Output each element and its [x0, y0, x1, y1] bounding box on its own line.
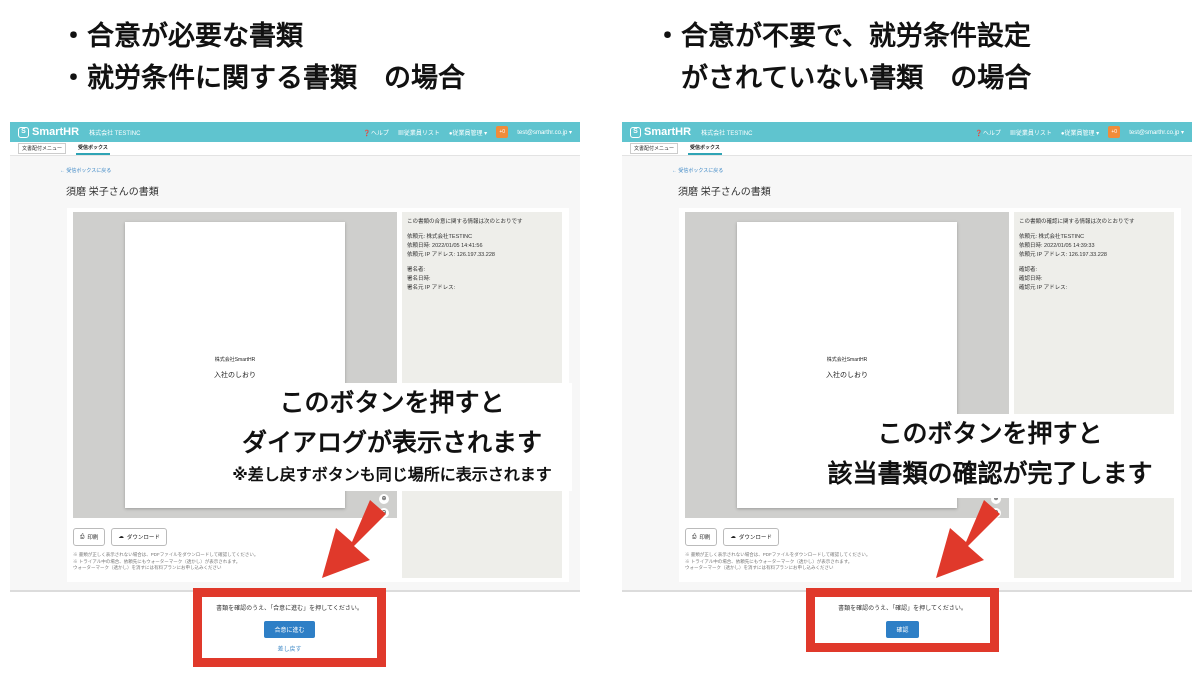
logo-text: SmartHR [644, 126, 692, 138]
logo-icon: S [18, 126, 29, 138]
info-request-date: 依頼日時: 2022/01/05 14:39:33 [1019, 243, 1095, 249]
info-requester: 依頼元: 株式会社TESTINC [1019, 234, 1085, 240]
info-confirmer: 確認者: [1019, 267, 1038, 273]
info-request-ip: 依頼元 IP アドレス: 126.197.33.228 [1019, 252, 1107, 258]
download-button[interactable]: ☁ ダウンロード [111, 528, 167, 546]
tab-document-menu[interactable]: 文書配付メニュー [630, 143, 679, 154]
tab-row: 文書配付メニュー 受信ボックス [10, 142, 580, 156]
info-sign-date: 署名日時: [407, 276, 431, 282]
nav-help[interactable]: ❓ヘルプ [363, 128, 389, 137]
tab-inbox[interactable]: 受信ボックス [76, 142, 110, 155]
callout-left-line-2: ダイアログが表示されます [241, 428, 542, 457]
chevron-down-icon: ▾ [1179, 129, 1184, 136]
screenshot-left: S SmartHR 株式会社 TESTINC ❓ヘルプ ▦従業員リスト ●従業員管… [10, 122, 580, 592]
proceed-to-agreement-button[interactable]: 合意に進む [264, 621, 315, 638]
heading-right-line-1: ・合意が不要で、就労条件設定 [654, 21, 1031, 52]
right-action-highlight: 書類を確認のうえ、「確認」を押してください。 確認 [806, 588, 999, 652]
action-instruction: 書類を確認のうえ、「合意に進む」を押してください。 [216, 606, 363, 612]
document-title: 入社のしおり [826, 372, 868, 379]
app-header: S SmartHR 株式会社 TESTINC ❓ヘルプ ▦従業員リスト ●従業員管… [10, 122, 580, 142]
back-link[interactable]: ← 受信ボックスに戻る [60, 167, 580, 174]
help-icon: ❓ [363, 130, 371, 137]
help-icon: ❓ [975, 130, 983, 137]
info-intro: この書類の確認に関する情報は次のとおりです [1019, 219, 1135, 225]
chevron-down-icon: ▾ [1094, 130, 1100, 137]
nav-employee-list[interactable]: ▦従業員リスト [398, 128, 440, 137]
info-request-date: 依頼日時: 2022/01/05 14:41:56 [407, 243, 483, 249]
callout-right-line-2: 該当書類の確認が完了します [827, 459, 1153, 488]
info-sign-ip: 署名元 IP アドレス: [407, 285, 456, 291]
confirmation-info: この書類の確認に関する情報は次のとおりです 依頼元: 株式会社TESTINC 依… [1014, 212, 1174, 578]
user-menu[interactable]: test@smarthr.co.jp ▾ [517, 129, 572, 136]
nav-employee-list[interactable]: ▦従業員リスト [1010, 128, 1052, 137]
heading-right: ・合意が不要で、就労条件設定 がされていない書類 の場合 [654, 16, 1031, 100]
callout-right-line-1: このボタンを押すと [877, 419, 1103, 448]
info-intro: この書類の合意に関する情報は次のとおりです [407, 219, 523, 225]
plus-badge[interactable]: +0 [496, 126, 509, 138]
print-button[interactable]: ⎙ 印刷 [73, 528, 106, 546]
chevron-down-icon: ▾ [567, 129, 572, 136]
arrow-right-pointer-icon [936, 500, 1000, 578]
info-request-ip: 依頼元 IP アドレス: 126.197.33.228 [407, 252, 495, 258]
company-name: 株式会社 TESTINC [701, 130, 753, 137]
document-title: 入社のしおり [214, 372, 256, 379]
logo-icon: S [630, 126, 641, 138]
confirm-button[interactable]: 確認 [886, 621, 919, 638]
tab-inbox[interactable]: 受信ボックス [688, 142, 722, 155]
screenshot-right: S SmartHR 株式会社 TESTINC ❓ヘルプ ▦従業員リスト ●従業員管… [622, 122, 1192, 592]
logo-text: SmartHR [32, 126, 80, 138]
chevron-down-icon: ▾ [482, 130, 488, 137]
cloud-download-icon: ☁ [730, 534, 736, 540]
action-instruction: 書類を確認のうえ、「確認」を押してください。 [838, 606, 967, 612]
tab-row: 文書配付メニュー 受信ボックス [622, 142, 1192, 156]
document-company: 株式会社SmartHR [214, 357, 256, 363]
heading-left-line-2: ・就労条件に関する書類 の場合 [60, 63, 465, 94]
page-title: 須磨 栄子さんの書類 [66, 187, 159, 198]
download-button[interactable]: ☁ ダウンロード [723, 528, 779, 546]
nav-help[interactable]: ❓ヘルプ [975, 128, 1001, 137]
cloud-download-icon: ☁ [118, 534, 124, 540]
callout-left-note: ※差し戻すボタンも同じ場所に表示されます [232, 465, 552, 484]
info-requester: 依頼元: 株式会社TESTINC [407, 234, 473, 240]
info-confirm-ip: 確認元 IP アドレス: [1019, 285, 1068, 291]
info-confirm-date: 確認日時: [1019, 276, 1043, 282]
printer-icon: ⎙ [80, 533, 85, 540]
callout-left-line-1: このボタンを押すと [279, 388, 505, 417]
back-link[interactable]: ← 受信ボックスに戻る [672, 167, 1192, 174]
send-back-link[interactable]: 差し戻す [202, 644, 377, 653]
arrow-left-pointer-icon [322, 500, 386, 578]
user-menu[interactable]: test@smarthr.co.jp ▾ [1129, 129, 1184, 136]
document-card: 株式会社SmartHR 入社のしおり ⊕ ⊖ この書類の確認に関する情報は次のと… [679, 208, 1181, 582]
callout-right: このボタンを押すと 該当書類の確認が完了します [800, 414, 1180, 498]
heading-left-line-1: ・合意が必要な書類 [60, 21, 303, 52]
heading-right-line-2: がされていない書類 の場合 [654, 63, 1032, 94]
document-actions: ⎙ 印刷 ☁ ダウンロード [685, 528, 779, 546]
printer-icon: ⎙ [692, 533, 697, 540]
document-actions: ⎙ 印刷 ☁ ダウンロード [73, 528, 167, 546]
page-title: 須磨 栄子さんの書類 [678, 187, 771, 198]
nav-employee-mgmt[interactable]: ●従業員管理 ▾ [449, 128, 487, 137]
document-company: 株式会社SmartHR [826, 357, 868, 363]
app-header: S SmartHR 株式会社 TESTINC ❓ヘルプ ▦従業員リスト ●従業員管… [622, 122, 1192, 142]
plus-badge[interactable]: +0 [1108, 126, 1121, 138]
print-button[interactable]: ⎙ 印刷 [685, 528, 718, 546]
smarthr-logo[interactable]: S SmartHR [18, 126, 79, 138]
tab-document-menu[interactable]: 文書配付メニュー [18, 143, 67, 154]
heading-left: ・合意が必要な書類 ・就労条件に関する書類 の場合 [60, 16, 465, 100]
info-signer: 署名者: [407, 267, 426, 273]
callout-left: このボタンを押すと ダイアログが表示されます ※差し戻すボタンも同じ場所に表示さ… [212, 383, 572, 491]
nav-employee-mgmt[interactable]: ●従業員管理 ▾ [1061, 128, 1099, 137]
left-action-highlight: 書類を確認のうえ、「合意に進む」を押してください。 合意に進む 差し戻す [193, 588, 386, 667]
smarthr-logo[interactable]: S SmartHR [630, 126, 691, 138]
company-name: 株式会社 TESTINC [89, 130, 141, 137]
